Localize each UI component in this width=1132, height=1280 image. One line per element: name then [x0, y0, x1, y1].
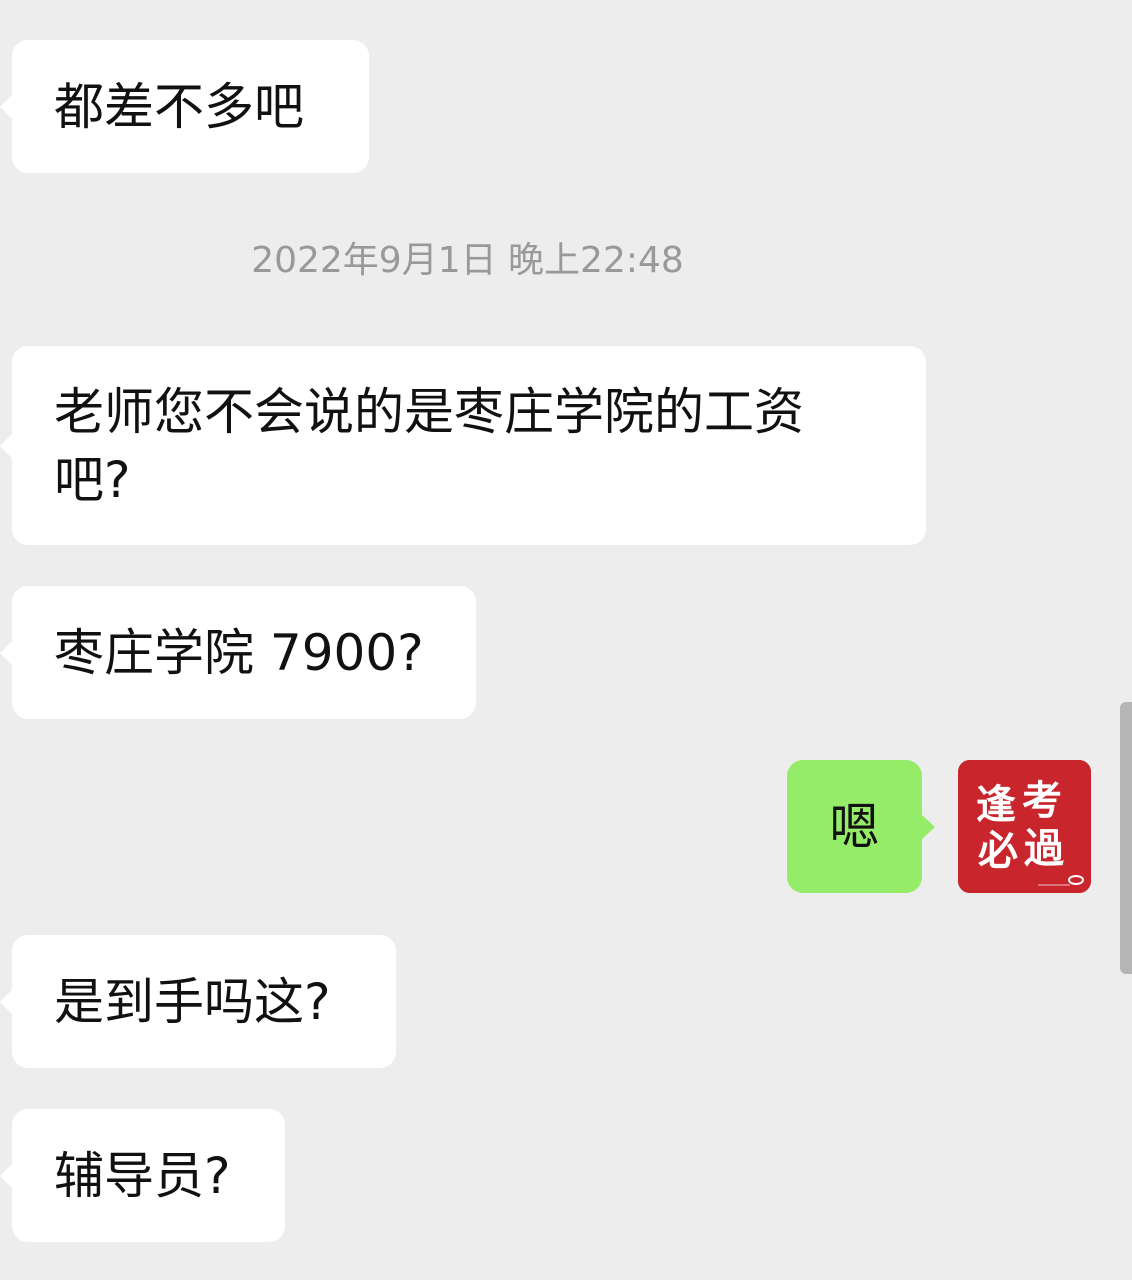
message-bubble-received[interactable]: 老师您不会说的是枣庄学院的工资 吧?: [0, 346, 926, 545]
message-timestamp: 2022年9月1日 晚上22:48: [251, 240, 684, 281]
message-bubble-received[interactable]: 枣庄学院 7900?: [0, 586, 476, 719]
chat-area[interactable]: 都差不多吧 2022年9月1日 晚上22:48 老师您不会说的是枣庄学院的工资 …: [0, 0, 1132, 1280]
message-text: 枣庄学院 7900?: [54, 623, 424, 682]
red-calligraphy-avatar-icon: 逢 考 必 過: [958, 760, 1091, 893]
svg-text:逢: 逢: [976, 781, 1016, 828]
svg-text:過: 過: [1024, 825, 1065, 872]
scrollbar-thumb[interactable]: [1120, 702, 1132, 974]
svg-text:必: 必: [978, 827, 1018, 874]
message-text: 辅导员?: [54, 1146, 231, 1205]
message-text: 是到手吗这?: [54, 972, 331, 1031]
svg-text:考: 考: [1022, 777, 1062, 824]
message-text: 老师您不会说的是枣庄学院的工资 吧?: [54, 382, 804, 509]
message-text: 都差不多吧: [54, 77, 304, 136]
user-avatar[interactable]: 逢 考 必 過: [958, 760, 1091, 893]
message-bubble-received[interactable]: 都差不多吧: [0, 40, 369, 173]
message-bubble-sent[interactable]: 嗯: [787, 760, 935, 893]
message-bubble-received[interactable]: 是到手吗这?: [0, 935, 396, 1068]
message-text: 嗯: [829, 797, 880, 856]
message-bubble-received[interactable]: 辅导员?: [0, 1109, 285, 1242]
